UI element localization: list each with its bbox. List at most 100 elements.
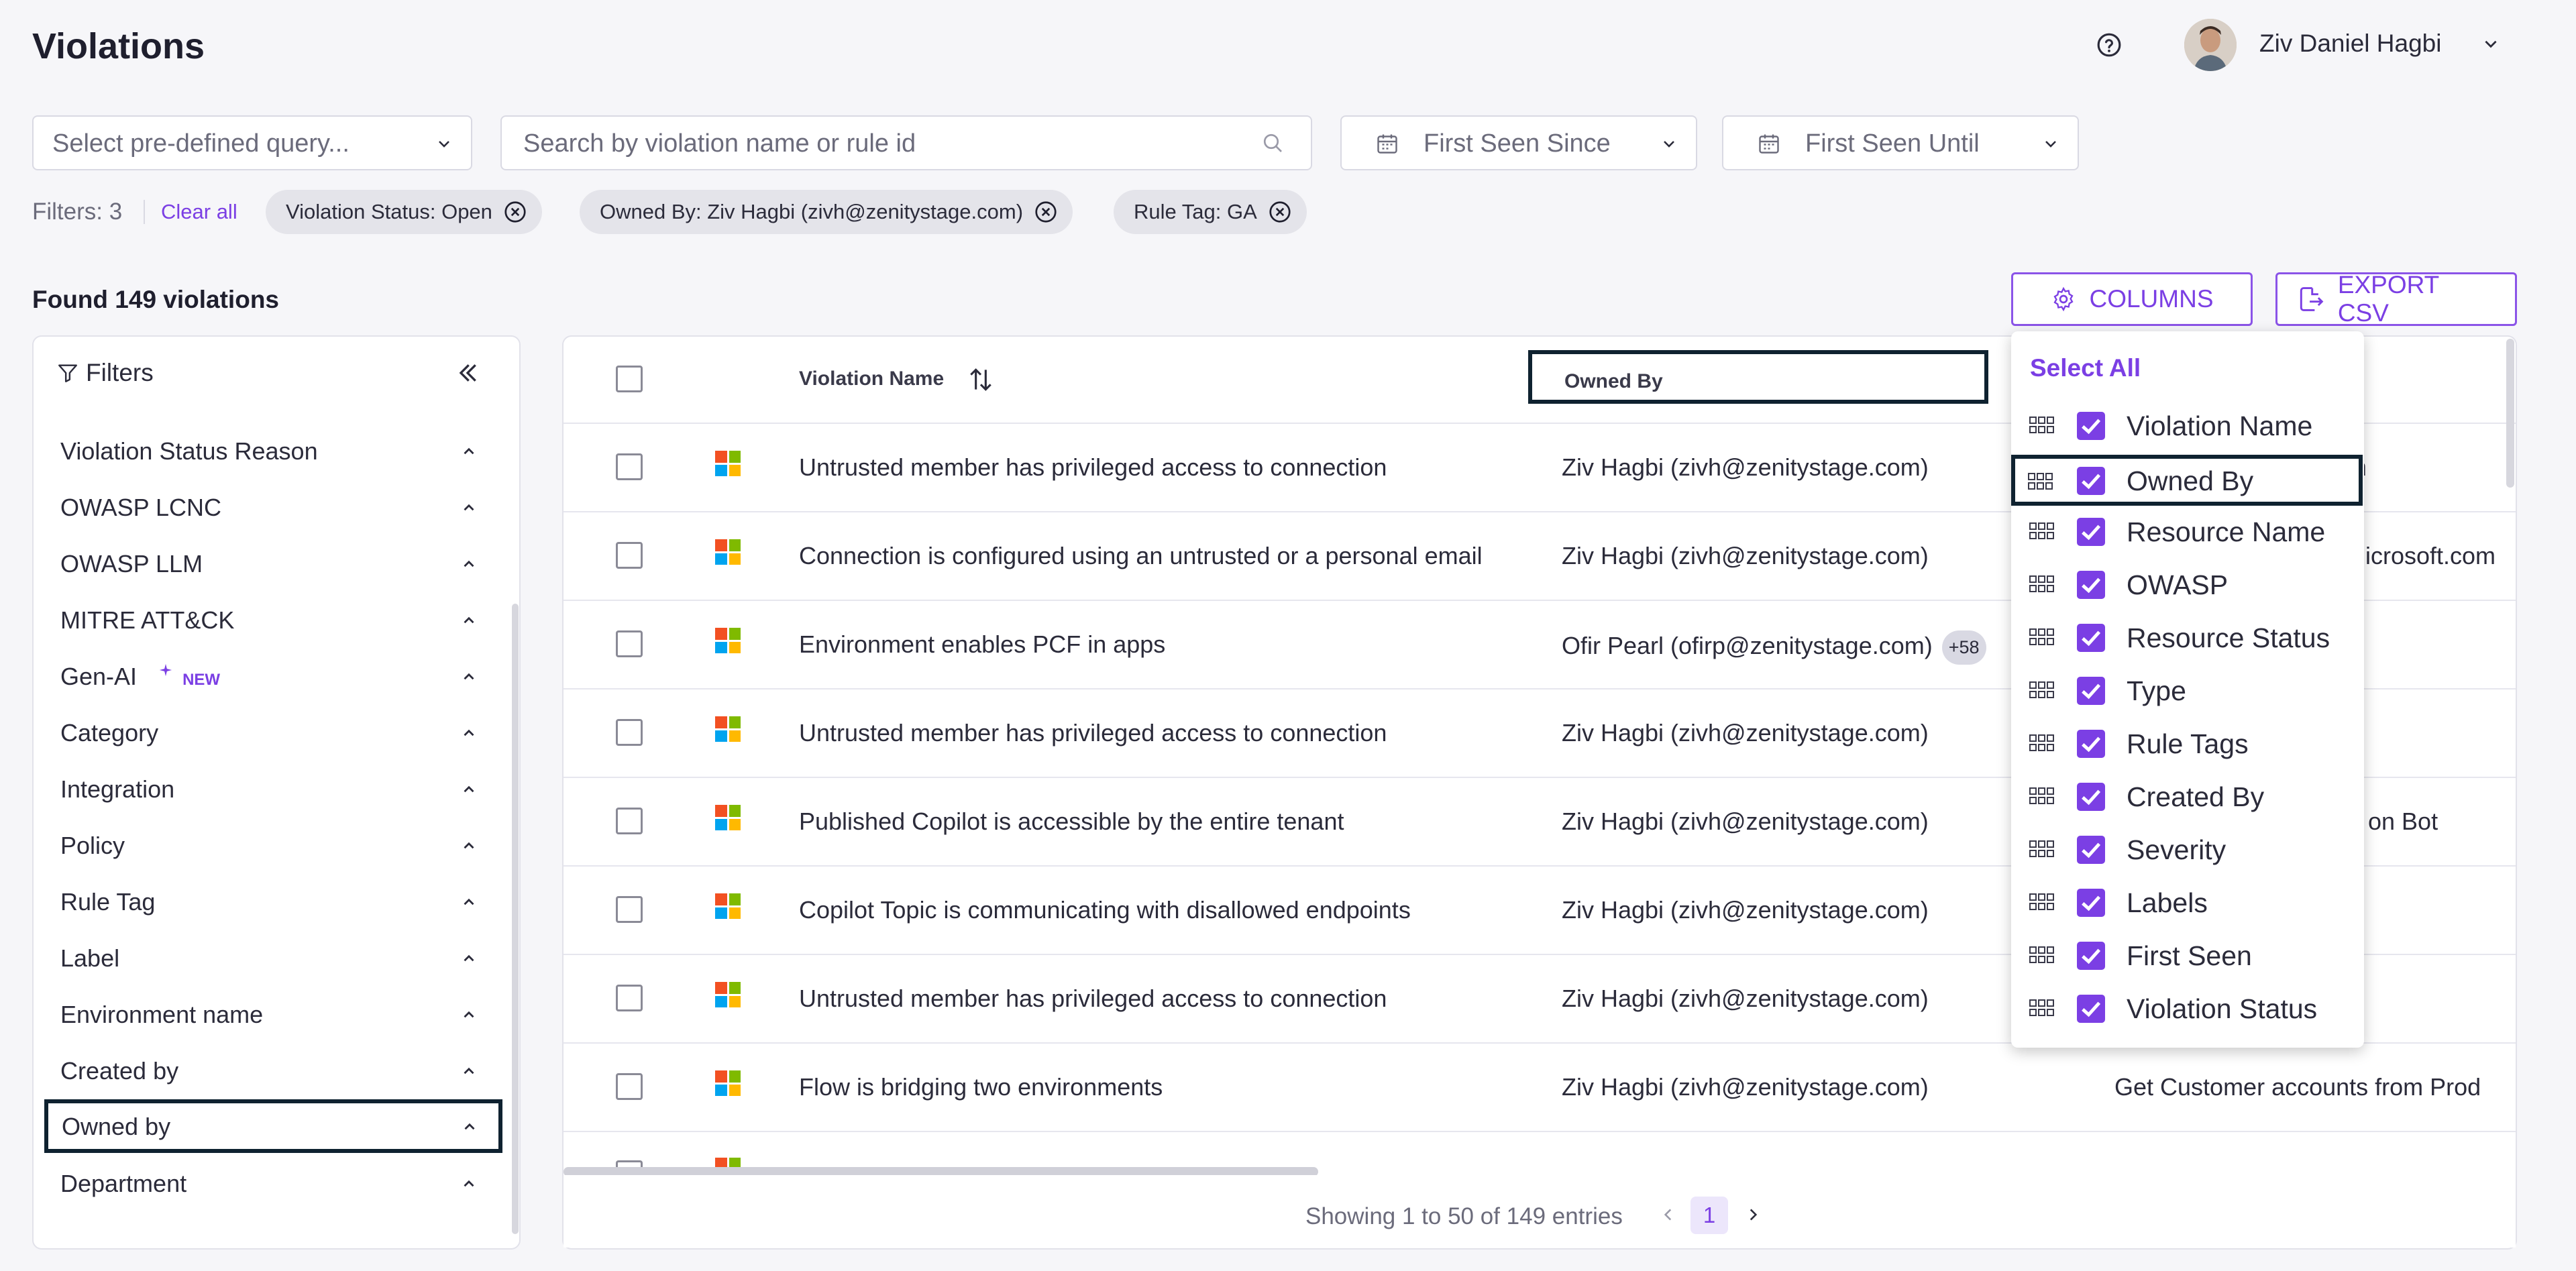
row-checkbox[interactable] [616, 719, 643, 746]
column-option-created-by[interactable]: Created By [2019, 772, 2356, 820]
violation-name-cell[interactable]: Untrusted member has privileged access t… [799, 719, 1387, 747]
column-option-violation-status[interactable]: Violation Status [2019, 984, 2356, 1032]
filter-group-department[interactable]: Department [59, 1160, 486, 1207]
first-seen-until-picker[interactable]: First Seen Until [1722, 115, 2079, 170]
user-name[interactable]: Ziv Daniel Hagbi [2259, 30, 2441, 58]
drag-handle-icon[interactable] [2029, 628, 2055, 647]
violation-name-cell[interactable]: Flow is bridging two environments [799, 1073, 1163, 1101]
filter-group-gen-ai[interactable]: Gen-AI NEW [59, 653, 486, 700]
row-checkbox[interactable] [616, 542, 643, 569]
header-violation-name[interactable]: Violation Name [799, 368, 944, 390]
drag-handle-icon[interactable] [2029, 840, 2055, 859]
select-all-rows-checkbox[interactable] [616, 366, 643, 392]
chevron-down-icon[interactable] [2482, 35, 2500, 52]
drag-handle-icon[interactable] [2029, 575, 2055, 594]
row-checkbox[interactable] [616, 985, 643, 1011]
page-number-button[interactable]: 1 [1690, 1197, 1728, 1234]
checkbox-checked-icon[interactable] [2077, 412, 2105, 440]
chevron-up-icon [464, 842, 474, 849]
column-option-resource-name[interactable]: Resource Name [2019, 507, 2356, 555]
drag-handle-icon[interactable] [2027, 472, 2054, 491]
owned-by-cell: Ofir Pearl (ofirp@zenitystage.com) +58 [1562, 630, 1986, 665]
filter-group-violation-status-reason[interactable]: Violation Status Reason [59, 428, 486, 475]
column-option-first-seen[interactable]: First Seen [2019, 931, 2356, 979]
filter-group-owasp-llm[interactable]: OWASP LLM [59, 541, 486, 588]
column-option-rule-tags[interactable]: Rule Tags [2019, 719, 2356, 767]
resource-name-cell: on Bot [2368, 808, 2438, 835]
row-checkbox[interactable] [616, 630, 643, 657]
filter-group-integration[interactable]: Integration [59, 766, 486, 813]
chevron-right-icon[interactable] [1744, 1206, 1762, 1223]
column-option-label: Rule Tags [2127, 728, 2249, 759]
filter-group-label[interactable]: Label [59, 935, 486, 982]
column-option-labels[interactable]: Labels [2019, 878, 2356, 926]
filter-group-mitre[interactable]: MITRE ATT&CK [59, 597, 486, 644]
drag-handle-icon[interactable] [2029, 787, 2055, 806]
violation-name-cell[interactable]: Connection is configured using an untrus… [799, 542, 1483, 570]
row-checkbox[interactable] [616, 1073, 643, 1100]
column-option-resource-status[interactable]: Resource Status [2019, 613, 2356, 661]
sort-icon[interactable] [966, 365, 996, 394]
drag-handle-icon[interactable] [2029, 416, 2055, 435]
drag-handle-icon[interactable] [2029, 946, 2055, 964]
filter-group-owasp-lcnc[interactable]: OWASP LCNC [59, 484, 486, 531]
filter-group-policy[interactable]: Policy [59, 822, 486, 869]
predefined-query-select[interactable]: Select pre-defined query... [32, 115, 472, 170]
checkbox-checked-icon[interactable] [2077, 624, 2105, 652]
drag-handle-icon[interactable] [2029, 893, 2055, 911]
close-circle-icon[interactable] [1268, 200, 1292, 224]
checkbox-checked-icon[interactable] [2077, 889, 2105, 917]
clear-all-link[interactable]: Clear all [161, 200, 237, 224]
checkbox-checked-icon[interactable] [2077, 730, 2105, 758]
column-option-type[interactable]: Type [2019, 666, 2356, 714]
drag-handle-icon[interactable] [2029, 681, 2055, 700]
filter-group-owned-by[interactable]: Owned by [44, 1099, 502, 1153]
filter-group-label: Category [60, 719, 159, 747]
owned-by-column-header[interactable]: Owned By [1528, 350, 1988, 404]
collapse-panel-icon[interactable] [453, 360, 482, 386]
column-option-label: Type [2127, 675, 2186, 706]
chevron-left-icon[interactable] [1660, 1206, 1677, 1223]
search-input[interactable]: Search by violation name or rule id [500, 115, 1312, 170]
row-checkbox[interactable] [616, 808, 643, 834]
chevron-down-icon [1664, 141, 1674, 148]
first-seen-since-picker[interactable]: First Seen Since [1340, 115, 1697, 170]
filter-group-rule-tag[interactable]: Rule Tag [59, 879, 486, 926]
close-circle-icon[interactable] [1034, 200, 1058, 224]
close-circle-icon[interactable] [503, 200, 527, 224]
drag-handle-icon[interactable] [2029, 999, 2055, 1017]
row-checkbox[interactable] [616, 453, 643, 480]
filters-scrollbar[interactable] [512, 604, 519, 1234]
violation-name-cell[interactable]: Copilot Topic is communicating with disa… [799, 896, 1411, 924]
avatar-image [2184, 19, 2237, 71]
checkbox-checked-icon[interactable] [2077, 518, 2105, 546]
checkbox-checked-icon[interactable] [2077, 995, 2105, 1023]
checkbox-checked-icon[interactable] [2077, 836, 2105, 864]
checkbox-checked-icon[interactable] [2077, 571, 2105, 599]
column-option-violation-name[interactable]: Violation Name [2019, 401, 2356, 449]
help-icon[interactable] [2096, 32, 2122, 58]
checkbox-checked-icon[interactable] [2077, 677, 2105, 705]
drag-handle-icon[interactable] [2029, 522, 2055, 541]
column-option-owasp[interactable]: OWASP [2019, 560, 2356, 608]
filter-group-environment-name[interactable]: Environment name [59, 991, 486, 1038]
select-all-columns-link[interactable]: Select All [2030, 354, 2141, 382]
checkbox-checked-icon[interactable] [2077, 783, 2105, 811]
column-option-owned-by[interactable]: Owned By [2011, 455, 2363, 506]
table-vertical-scrollbar[interactable] [2506, 339, 2514, 488]
drag-handle-icon[interactable] [2029, 734, 2055, 753]
filter-group-created-by[interactable]: Created by [59, 1048, 486, 1095]
row-checkbox[interactable] [616, 896, 643, 923]
avatar[interactable] [2184, 19, 2237, 71]
columns-button[interactable]: COLUMNS [2011, 272, 2253, 326]
column-option-severity[interactable]: Severity [2019, 825, 2356, 873]
violation-name-cell[interactable]: Untrusted member has privileged access t… [799, 453, 1387, 482]
filter-group-category[interactable]: Category [59, 710, 486, 757]
violation-name-cell[interactable]: Published Copilot is accessible by the e… [799, 808, 1344, 836]
violation-name-cell[interactable]: Environment enables PCF in apps [799, 630, 1165, 659]
export-csv-button[interactable]: EXPORT CSV [2275, 271, 2517, 327]
checkbox-checked-icon[interactable] [2077, 467, 2105, 495]
violation-name-cell[interactable]: Untrusted member has privileged access t… [799, 985, 1387, 1013]
checkbox-checked-icon[interactable] [2077, 942, 2105, 970]
more-owners-badge[interactable]: +58 [1941, 630, 1986, 665]
